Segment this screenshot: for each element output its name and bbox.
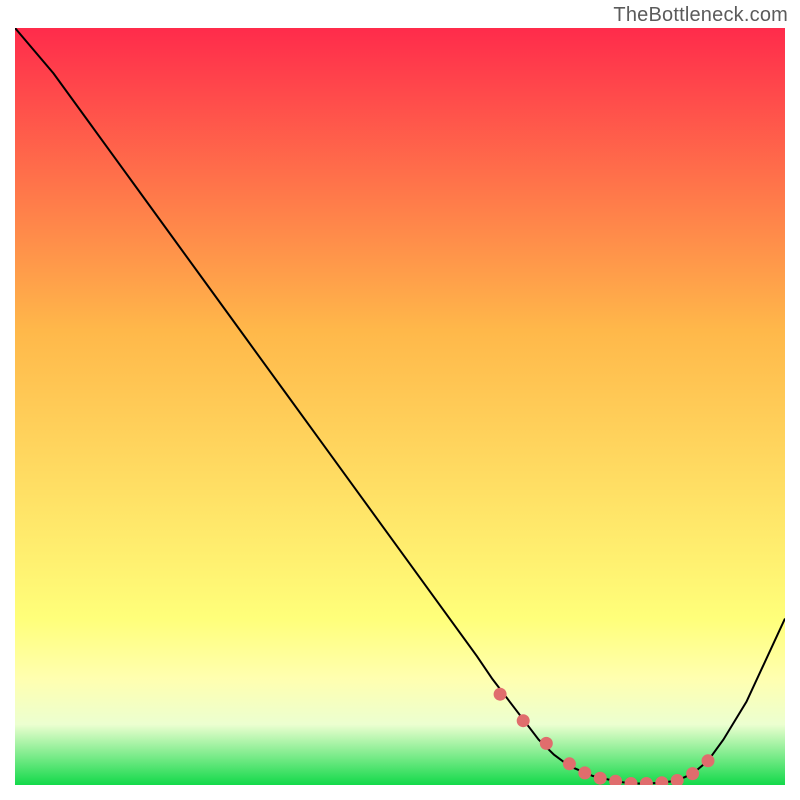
curve-layer [15, 28, 785, 785]
marker-dot [671, 774, 684, 785]
marker-dot [494, 688, 507, 701]
attribution-label: TheBottleneck.com [613, 4, 788, 27]
marker-dot [609, 775, 622, 785]
marker-dot [702, 754, 715, 767]
marker-dot [517, 714, 530, 727]
bottleneck-curve [15, 28, 785, 784]
marker-dot [625, 777, 638, 785]
plot-area [15, 28, 785, 785]
marker-dot [578, 766, 591, 779]
marker-dot [655, 776, 668, 785]
marker-dot [686, 767, 699, 780]
marker-dot [594, 772, 607, 785]
marker-dot [640, 777, 653, 785]
marker-dot [563, 757, 576, 770]
marker-dot [540, 737, 553, 750]
chart-container: TheBottleneck.com [0, 0, 800, 800]
minimum-band-markers [494, 688, 715, 785]
